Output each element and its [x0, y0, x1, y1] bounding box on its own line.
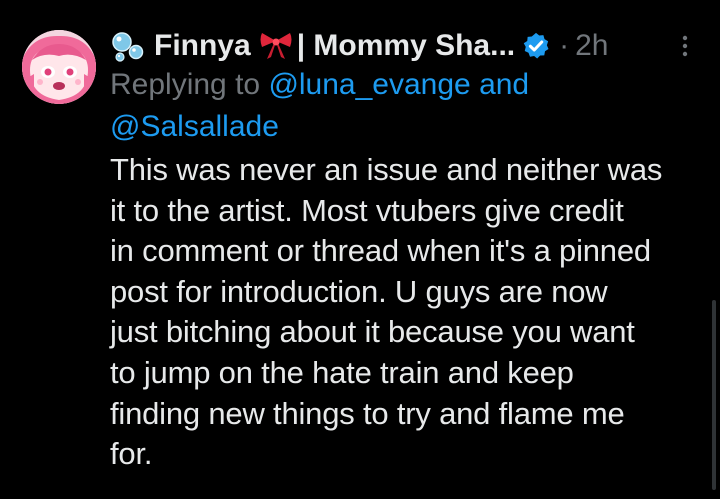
- tweet-text: This was never an issue and neither was …: [110, 150, 710, 475]
- tweet-text-line: for.: [110, 436, 153, 472]
- more-options-icon[interactable]: [680, 34, 690, 58]
- verified-badge-icon: [523, 32, 549, 59]
- tweet-text-line: it to the artist. Most vtubers give cred…: [110, 192, 624, 228]
- mention-link[interactable]: @Salsallade: [110, 110, 279, 143]
- timestamp[interactable]: 2h: [575, 29, 608, 63]
- tweet-text-line: finding new things to try and flame me: [110, 395, 625, 431]
- ribbon-bow-icon: [260, 33, 292, 59]
- mention-link[interactable]: @luna_evange: [268, 68, 470, 101]
- tweet-text-line: just bitching about it because you want: [110, 314, 635, 350]
- tweet-text-line: post for introduction. U guys are now: [110, 273, 608, 309]
- tweet-text-line: This was never an issue and neither was: [110, 152, 663, 187]
- display-name[interactable]: Finnya: [154, 29, 251, 63]
- scrollbar[interactable]: [712, 300, 716, 490]
- replying-to: Replying to @luna_evange and @Salsallade: [110, 64, 700, 148]
- replying-joiner: and: [479, 68, 530, 101]
- display-name-suffix[interactable]: | Mommy Sha...: [297, 29, 515, 63]
- tweet: Finnya | Mommy Sha... · 2h Replying to @…: [0, 0, 720, 499]
- tweet-text-line: to jump on the hate train and keep: [110, 354, 574, 390]
- bubbles-icon: [112, 32, 144, 62]
- tweet-text-line: in comment or thread when it's a pinned: [110, 233, 651, 269]
- separator-dot: ·: [559, 29, 570, 62]
- replying-prefix: Replying to: [110, 68, 261, 101]
- avatar[interactable]: [22, 30, 96, 104]
- tweet-header: Finnya | Mommy Sha... · 2h: [110, 26, 710, 66]
